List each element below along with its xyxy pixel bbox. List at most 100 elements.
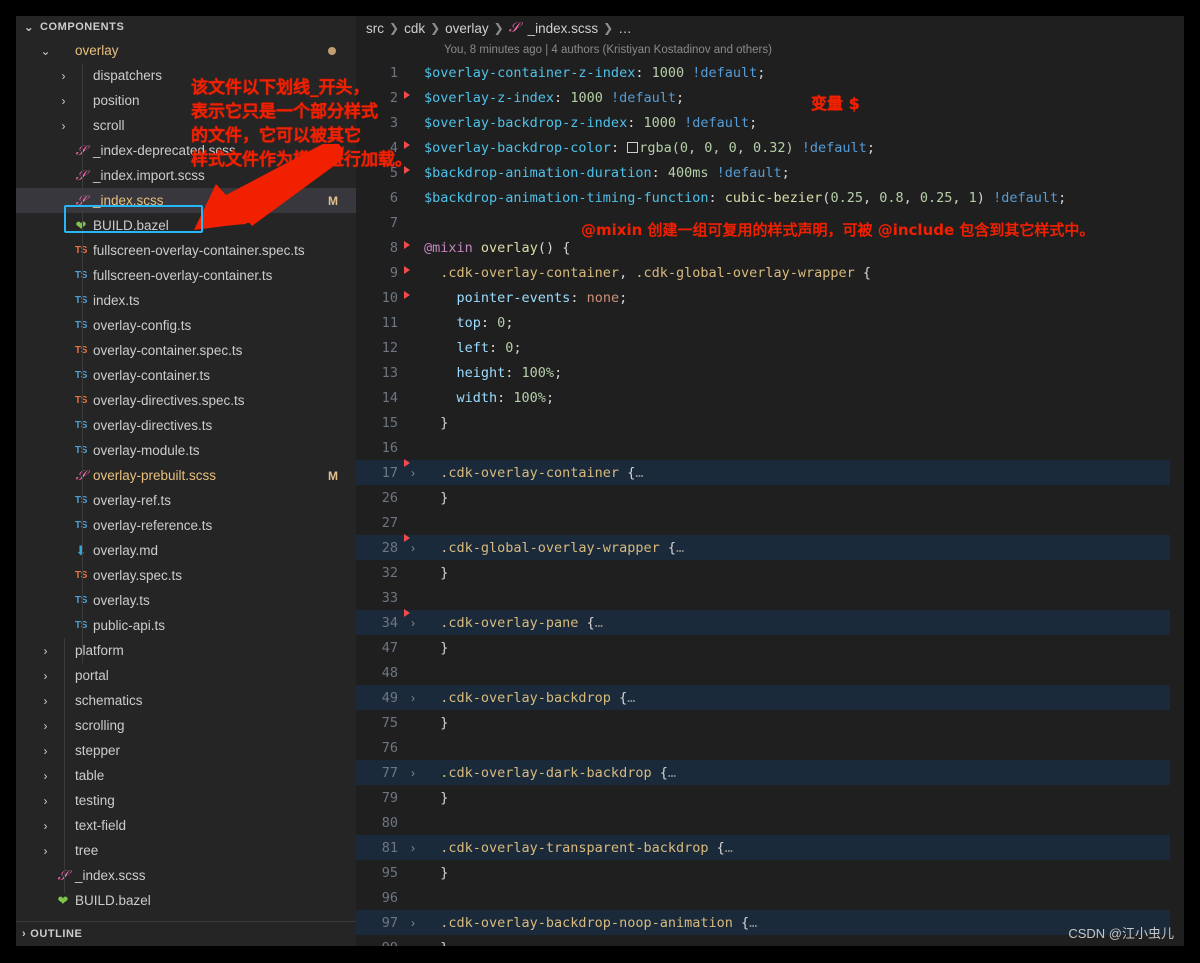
code-line[interactable]: 14 width: 100%;: [356, 385, 1184, 410]
fold-gutter[interactable]: ›: [402, 458, 424, 480]
fold-gutter[interactable]: ›: [402, 691, 424, 705]
tree-item-scrolling[interactable]: › scrolling: [16, 713, 356, 738]
tree-item-text-field[interactable]: › text-field: [16, 813, 356, 838]
fold-gutter[interactable]: ›: [402, 533, 424, 555]
tree-item-schematics[interactable]: › schematics: [16, 688, 356, 713]
tree-item-overlay-container-ts[interactable]: TS overlay-container.ts: [16, 363, 356, 388]
code-line[interactable]: 49 › .cdk-overlay-backdrop {…: [356, 685, 1184, 710]
tree-item-public-api-ts[interactable]: TS public-api.ts: [16, 613, 356, 638]
chevron-right-icon[interactable]: ›: [411, 766, 415, 780]
code-line[interactable]: 77 › .cdk-overlay-dark-backdrop {…: [356, 760, 1184, 785]
chevron-right-icon[interactable]: ›: [38, 695, 53, 707]
tree-item-overlay-directives-ts[interactable]: TS overlay-directives.ts: [16, 413, 356, 438]
tree-item-portal[interactable]: › portal: [16, 663, 356, 688]
chevron-right-icon[interactable]: ›: [38, 645, 53, 657]
tree-item-stepper[interactable]: › stepper: [16, 738, 356, 763]
tree-item-overlay-directives-spec-ts[interactable]: TS overlay-directives.spec.ts: [16, 388, 356, 413]
code-line[interactable]: 27: [356, 510, 1184, 535]
fold-gutter[interactable]: ›: [402, 608, 424, 630]
explorer-section-components[interactable]: ⌄ COMPONENTS: [16, 16, 356, 38]
breadcrumb-item[interactable]: overlay: [445, 21, 489, 36]
code-line[interactable]: 48: [356, 660, 1184, 685]
tree-item-testing[interactable]: › testing: [16, 788, 356, 813]
code-line[interactable]: 33: [356, 585, 1184, 610]
tree-item-build-bazel[interactable]: ❤ BUILD.bazel: [16, 888, 356, 913]
fold-gutter[interactable]: ›: [402, 841, 424, 855]
code-line[interactable]: 17 › .cdk-overlay-container {…: [356, 458, 1184, 485]
code-line[interactable]: 28 › .cdk-global-overlay-wrapper {…: [356, 533, 1184, 560]
chevron-right-icon[interactable]: ›: [38, 770, 53, 782]
chevron-right-icon[interactable]: ›: [38, 845, 53, 857]
line-number: 33: [381, 589, 398, 606]
breadcrumb-item[interactable]: cdk: [404, 21, 425, 36]
chevron-right-icon[interactable]: ›: [38, 720, 53, 732]
code-line[interactable]: 16: [356, 435, 1184, 460]
color-swatch-icon[interactable]: [627, 141, 639, 153]
tree-item--index-scss[interactable]: 𝒮 _index.scss: [16, 863, 356, 888]
fold-gutter[interactable]: ›: [402, 766, 424, 780]
code-line[interactable]: 26 }: [356, 485, 1184, 510]
breadcrumb-item[interactable]: …: [618, 21, 632, 36]
code-line[interactable]: 12 left: 0;: [356, 335, 1184, 360]
chevron-right-icon[interactable]: ›: [56, 120, 71, 132]
tree-item-overlay-ref-ts[interactable]: TS overlay-ref.ts: [16, 488, 356, 513]
code-line[interactable]: 3 $overlay-backdrop-z-index: 1000 !defaul…: [356, 110, 1184, 135]
chevron-right-icon[interactable]: ›: [411, 841, 415, 855]
code-line[interactable]: 95 }: [356, 860, 1184, 885]
breadcrumb-item[interactable]: src: [366, 21, 384, 36]
chevron-down-icon[interactable]: ⌄: [38, 45, 53, 57]
code-line[interactable]: 81 › .cdk-overlay-transparent-backdrop {…: [356, 835, 1184, 860]
code-line[interactable]: 96: [356, 885, 1184, 910]
code-line[interactable]: 13 height: 100%;: [356, 360, 1184, 385]
tree-item-overlay-spec-ts[interactable]: TS overlay.spec.ts: [16, 563, 356, 588]
code-line[interactable]: 4 $overlay-backdrop-color: rgba(0, 0, 0, …: [356, 135, 1184, 160]
code-line[interactable]: 2 $overlay-z-index: 1000 !default;: [356, 85, 1184, 110]
explorer-section-outline[interactable]: › OUTLINE: [16, 921, 356, 946]
tree-item-tree[interactable]: › tree: [16, 838, 356, 863]
breadcrumb[interactable]: src ❯ cdk ❯ overlay ❯ 𝒮 _index.scss ❯…: [356, 16, 1184, 40]
chevron-right-icon[interactable]: ›: [56, 70, 71, 82]
code-line[interactable]: 15 }: [356, 410, 1184, 435]
code-line[interactable]: 10 pointer-events: none;: [356, 285, 1184, 310]
code-line[interactable]: 79 }: [356, 785, 1184, 810]
chevron-right-icon[interactable]: ›: [411, 691, 415, 705]
tree-item-overlay-ts[interactable]: TS overlay.ts: [16, 588, 356, 613]
breadcrumb-item[interactable]: _index.scss: [528, 21, 599, 36]
fold-gutter[interactable]: ›: [402, 916, 424, 930]
code-line[interactable]: 11 top: 0;: [356, 310, 1184, 335]
tree-item-platform[interactable]: › platform: [16, 638, 356, 663]
code-line[interactable]: 76: [356, 735, 1184, 760]
tree-item-overlay-prebuilt-scss[interactable]: 𝒮overlay-prebuilt.scss M: [16, 463, 356, 488]
code-line[interactable]: 1 $overlay-container-z-index: 1000 !defau…: [356, 60, 1184, 85]
tree-item-overlay[interactable]: ⌄ overlay: [16, 38, 356, 63]
tree-item-overlay-config-ts[interactable]: TS overlay-config.ts: [16, 313, 356, 338]
chevron-right-icon[interactable]: ›: [411, 916, 415, 930]
code-line[interactable]: 75 }: [356, 710, 1184, 735]
code-editor-content[interactable]: 1 $overlay-container-z-index: 1000 !defau…: [356, 60, 1184, 946]
code-line[interactable]: 80: [356, 810, 1184, 835]
chevron-right-icon[interactable]: ›: [38, 670, 53, 682]
chevron-right-icon[interactable]: ›: [38, 745, 53, 757]
tree-item-fullscreen-overlay-container-spec-ts[interactable]: TS fullscreen-overlay-container.spec.ts: [16, 238, 356, 263]
code-line[interactable]: 5 $backdrop-animation-duration: 400ms !de…: [356, 160, 1184, 185]
tree-item-overlay-reference-ts[interactable]: TS overlay-reference.ts: [16, 513, 356, 538]
chevron-right-icon[interactable]: ›: [411, 616, 415, 630]
tree-item-fullscreen-overlay-container-ts[interactable]: TS fullscreen-overlay-container.ts: [16, 263, 356, 288]
code-line[interactable]: 34 › .cdk-overlay-pane {…: [356, 608, 1184, 635]
chevron-right-icon[interactable]: ›: [411, 466, 415, 480]
tree-item-overlay-md[interactable]: ⬇ overlay.md: [16, 538, 356, 563]
code-line[interactable]: 9 .cdk-overlay-container, .cdk-global-ov…: [356, 260, 1184, 285]
chevron-right-icon[interactable]: ›: [56, 95, 71, 107]
tree-item-overlay-container-spec-ts[interactable]: TS overlay-container.spec.ts: [16, 338, 356, 363]
tree-item-overlay-module-ts[interactable]: TS overlay-module.ts: [16, 438, 356, 463]
chevron-right-icon[interactable]: ›: [38, 795, 53, 807]
chevron-right-icon[interactable]: ›: [38, 820, 53, 832]
code-line[interactable]: 47 }: [356, 635, 1184, 660]
code-line[interactable]: 6 $backdrop-animation-timing-function: cu…: [356, 185, 1184, 210]
code-line[interactable]: 32 }: [356, 560, 1184, 585]
tree-item-index-ts[interactable]: TS index.ts: [16, 288, 356, 313]
code-line[interactable]: 99 }: [356, 935, 1184, 947]
chevron-right-icon[interactable]: ›: [411, 541, 415, 555]
code-line[interactable]: 97 › .cdk-overlay-backdrop-noop-animation…: [356, 910, 1184, 935]
tree-item-table[interactable]: › table: [16, 763, 356, 788]
